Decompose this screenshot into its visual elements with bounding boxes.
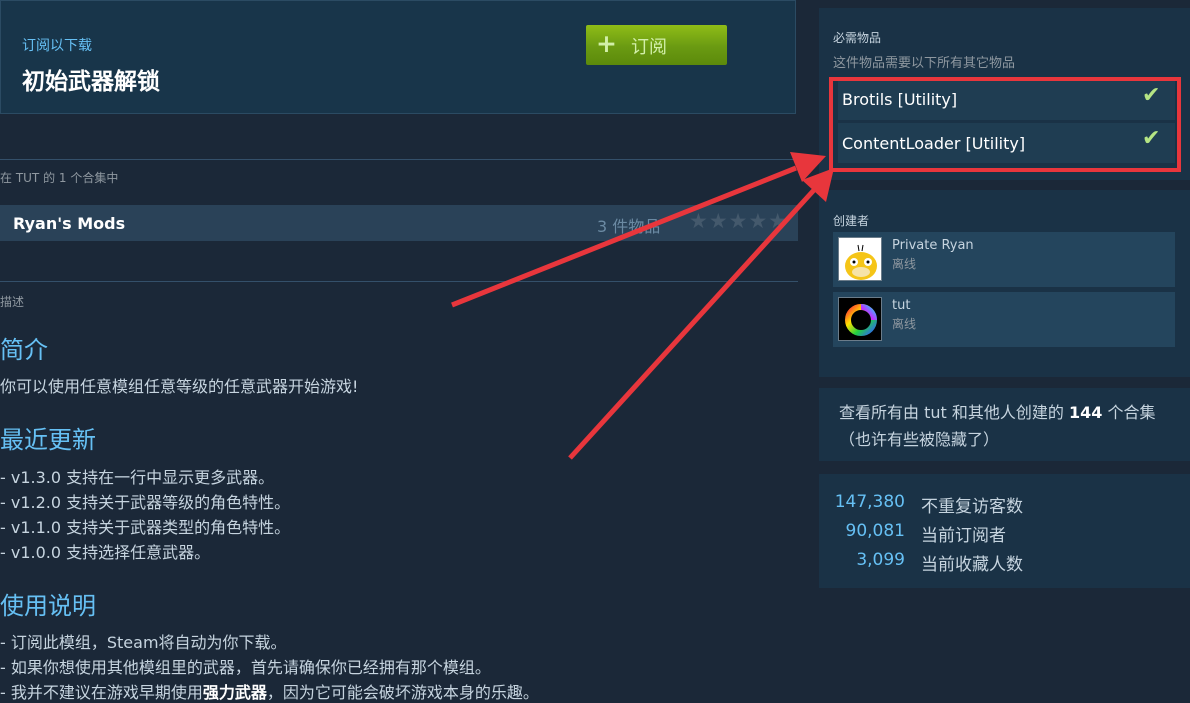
description-label: 描述	[0, 295, 25, 309]
creator-row[interactable]	[833, 292, 1175, 347]
plus-icon: +	[596, 29, 617, 58]
annotation-highlight-box	[829, 77, 1181, 172]
collection-count: 3 件物品	[597, 217, 661, 236]
update-line: - v1.3.0 支持在一行中显示更多武器。	[0, 468, 275, 487]
usage-line: - 如果你想使用其他模组里的武器，首先请确保你已经拥有那个模组。	[0, 658, 491, 677]
usage-line: - 我并不建议在游戏早期使用强力武器，因为它可能会破坏游戏本身的乐趣。	[0, 679, 539, 703]
item-title: 初始武器解锁	[22, 69, 160, 95]
usage-line-pre: - 我并不建议在游戏早期使用	[0, 683, 203, 702]
section-heading-intro: 简介	[0, 336, 48, 364]
creator-status: 离线	[892, 257, 917, 271]
stat-label: 不重复访客数	[921, 497, 1023, 517]
psyduck-avatar-icon	[839, 238, 881, 280]
stat-value: 3,099	[856, 550, 905, 570]
stat-value: 90,081	[845, 521, 905, 541]
usage-line-bold: 强力武器	[202, 683, 267, 702]
avatar[interactable]	[838, 297, 882, 341]
rating-stars: ★★★★★	[689, 209, 789, 233]
usage-line-post: ，因为它可能会破坏游戏本身的乐趣。	[266, 683, 539, 702]
section-heading-updates: 最近更新	[0, 426, 96, 454]
intro-text: 你可以使用任意模组任意等级的任意武器开始游戏!	[0, 377, 359, 396]
required-items-subtitle: 这件物品需要以下所有其它物品	[833, 56, 1016, 71]
subscribe-button[interactable]: + 订阅	[586, 25, 727, 65]
update-line: - v1.1.0 支持关于武器类型的角色特性。	[0, 518, 291, 537]
stat-label: 当前收藏人数	[921, 555, 1023, 575]
stat-value: 147,380	[834, 492, 905, 512]
divider	[0, 281, 798, 282]
update-line: - v1.0.0 支持选择任意武器。	[0, 543, 211, 562]
usage-line: - 订阅此模组，Steam将自动为你下载。	[0, 633, 287, 652]
more-collections-count: 144	[1068, 403, 1103, 422]
collection-name[interactable]: Ryan's Mods	[13, 214, 125, 233]
creators-title: 创建者	[833, 214, 870, 228]
creator-status: 离线	[892, 317, 917, 331]
more-collections-link[interactable]: 查看所有由 tut 和其他人创建的 144 个合集（也许有些被隐藏了）	[839, 399, 1179, 453]
avatar[interactable]	[838, 237, 882, 281]
creator-name[interactable]: tut	[892, 298, 910, 313]
subscribe-caption: 订阅以下载	[22, 38, 92, 54]
section-heading-usage: 使用说明	[0, 592, 96, 620]
creator-row[interactable]	[833, 232, 1175, 287]
required-items-title: 必需物品	[833, 31, 882, 45]
divider	[0, 159, 798, 160]
color-wheel-avatar-icon	[839, 298, 881, 340]
creator-name[interactable]: Private Ryan	[892, 238, 974, 253]
update-line: - v1.2.0 支持关于武器等级的角色特性。	[0, 493, 291, 512]
subscribe-button-label: 订阅	[631, 37, 667, 58]
more-collections-pre: 查看所有由 tut 和其他人创建的	[839, 403, 1069, 422]
stat-label: 当前订阅者	[921, 526, 1006, 546]
collection-caption: 在 TUT 的 1 个合集中	[0, 171, 119, 185]
